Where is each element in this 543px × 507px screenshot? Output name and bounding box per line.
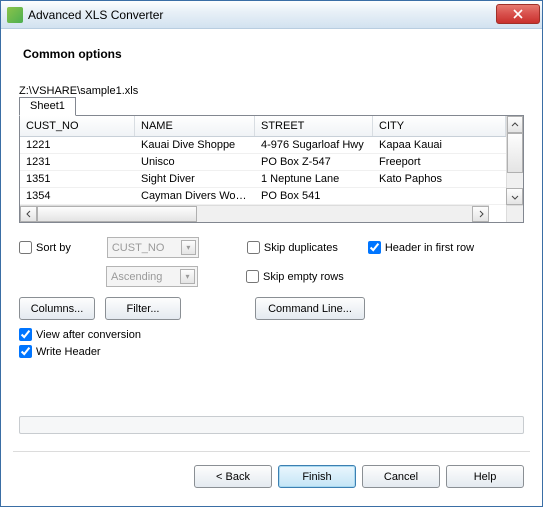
- col-header[interactable]: STREET: [255, 116, 373, 136]
- tab-sheet1[interactable]: Sheet1: [19, 97, 76, 116]
- skip-empty-checkbox[interactable]: Skip empty rows: [246, 270, 344, 283]
- sort-by-label: Sort by: [36, 242, 71, 254]
- cell: 1351: [20, 171, 135, 187]
- sort-column-dropdown[interactable]: CUST_NO ▾: [107, 237, 199, 258]
- scroll-left-icon[interactable]: [20, 206, 37, 222]
- col-header[interactable]: CUST_NO: [20, 116, 135, 136]
- status-bar: [19, 416, 524, 434]
- skip-duplicates-checkbox[interactable]: Skip duplicates: [247, 241, 338, 254]
- cell: 1 Neptune Lane: [255, 171, 373, 187]
- sort-order-value: Ascending: [111, 271, 162, 283]
- cancel-button[interactable]: Cancel: [362, 465, 440, 488]
- sort-by-checkbox[interactable]: Sort by: [19, 241, 71, 254]
- close-button[interactable]: [496, 4, 540, 24]
- finish-button[interactable]: Finish: [278, 465, 356, 488]
- back-button[interactable]: < Back: [194, 465, 272, 488]
- write-header-input[interactable]: [19, 345, 32, 358]
- grid-body: 1221 Kauai Dive Shoppe 4-976 Sugarloaf H…: [20, 137, 506, 205]
- help-button[interactable]: Help: [446, 465, 524, 488]
- app-window: Advanced XLS Converter Common options Z:…: [0, 0, 543, 507]
- view-after-label: View after conversion: [36, 329, 141, 341]
- sort-column-value: CUST_NO: [112, 242, 165, 254]
- cell: PO Box Z-547: [255, 154, 373, 170]
- chevron-down-icon: ▾: [181, 240, 196, 255]
- table-row[interactable]: 1351 Sight Diver 1 Neptune Lane Kato Pap…: [20, 171, 506, 188]
- cell: PO Box 541: [255, 188, 373, 204]
- cell: Sight Diver: [135, 171, 255, 187]
- cell: Cayman Divers Worl...: [135, 188, 255, 204]
- view-after-checkbox[interactable]: View after conversion: [19, 328, 518, 341]
- skip-duplicates-label: Skip duplicates: [264, 242, 338, 254]
- write-header-label: Write Header: [36, 346, 101, 358]
- cell: 4-976 Sugarloaf Hwy: [255, 137, 373, 153]
- col-header[interactable]: NAME: [135, 116, 255, 136]
- header-first-row-label: Header in first row: [385, 242, 474, 254]
- dialog-button-row: < Back Finish Cancel Help: [194, 465, 524, 488]
- cell: [373, 188, 506, 204]
- cell: Kauai Dive Shoppe: [135, 137, 255, 153]
- skip-empty-input[interactable]: [246, 270, 259, 283]
- scroll-down-icon[interactable]: [506, 188, 523, 205]
- grid-header-row: CUST_NO NAME STREET CITY: [20, 116, 506, 137]
- cell: 1231: [20, 154, 135, 170]
- table-row[interactable]: 1231 Unisco PO Box Z-547 Freeport: [20, 154, 506, 171]
- titlebar[interactable]: Advanced XLS Converter: [1, 1, 542, 29]
- columns-button[interactable]: Columns...: [19, 297, 95, 320]
- options-panel: Sort by CUST_NO ▾ Skip duplicates Header…: [19, 237, 524, 358]
- col-header[interactable]: CITY: [373, 116, 506, 136]
- sort-by-input[interactable]: [19, 241, 32, 254]
- table-row[interactable]: 1354 Cayman Divers Worl... PO Box 541: [20, 188, 506, 205]
- cell: 1221: [20, 137, 135, 153]
- close-icon: [513, 9, 523, 19]
- page-title: Common options: [23, 47, 524, 61]
- view-after-input[interactable]: [19, 328, 32, 341]
- header-first-row-input[interactable]: [368, 241, 381, 254]
- scroll-corner: [506, 205, 523, 222]
- file-path: Z:\VSHARE\sample1.xls: [19, 85, 524, 97]
- cell: Kato Paphos: [373, 171, 506, 187]
- cell: Kapaa Kauai: [373, 137, 506, 153]
- write-header-checkbox[interactable]: Write Header: [19, 345, 518, 358]
- cell: 1354: [20, 188, 135, 204]
- cell: Freeport: [373, 154, 506, 170]
- scroll-thumb[interactable]: [507, 133, 523, 173]
- skip-duplicates-input[interactable]: [247, 241, 260, 254]
- skip-empty-label: Skip empty rows: [263, 271, 344, 283]
- filter-button[interactable]: Filter...: [105, 297, 181, 320]
- data-grid[interactable]: CUST_NO NAME STREET CITY 1221 Kauai Dive…: [20, 116, 523, 222]
- content-area: Common options Z:\VSHARE\sample1.xls She…: [1, 29, 542, 370]
- command-line-button[interactable]: Command Line...: [255, 297, 365, 320]
- horizontal-scrollbar[interactable]: [20, 205, 489, 222]
- cell: Unisco: [135, 154, 255, 170]
- sort-order-dropdown[interactable]: Ascending ▾: [106, 266, 198, 287]
- window-title: Advanced XLS Converter: [28, 8, 496, 22]
- app-icon: [7, 7, 23, 23]
- scroll-thumb[interactable]: [37, 206, 197, 222]
- header-first-row-checkbox[interactable]: Header in first row: [368, 241, 474, 254]
- sheet-tabs: Sheet1 CUST_NO NAME STREET CITY 1221 Kau…: [19, 115, 524, 223]
- separator: [13, 451, 530, 452]
- scroll-up-icon[interactable]: [507, 116, 523, 133]
- chevron-down-icon: ▾: [180, 269, 195, 284]
- table-row[interactable]: 1221 Kauai Dive Shoppe 4-976 Sugarloaf H…: [20, 137, 506, 154]
- scroll-right-icon[interactable]: [472, 206, 489, 222]
